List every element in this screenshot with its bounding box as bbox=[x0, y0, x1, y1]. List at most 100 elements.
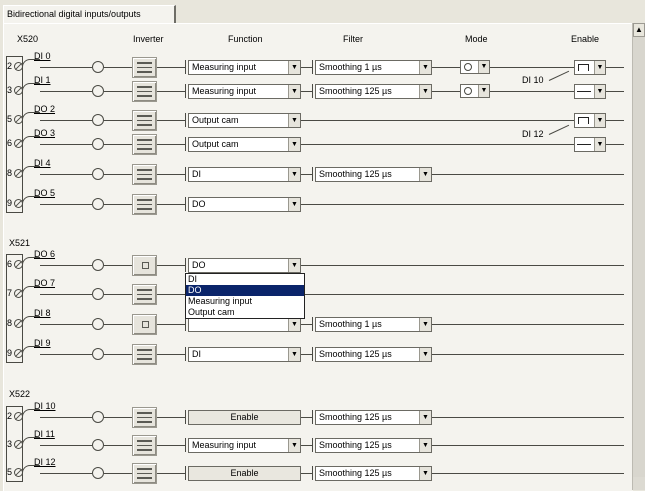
chevron-down-icon[interactable]: ▼ bbox=[419, 85, 431, 98]
inverter-toggle-icon[interactable] bbox=[132, 344, 157, 365]
connection-node-icon bbox=[92, 61, 104, 73]
chevron-down-icon[interactable]: ▼ bbox=[288, 61, 300, 74]
chevron-down-icon[interactable]: ▼ bbox=[478, 85, 489, 97]
header-inverter: Inverter bbox=[133, 34, 164, 44]
scroll-thumb[interactable] bbox=[633, 37, 645, 477]
connector-line bbox=[606, 67, 624, 68]
connector-line bbox=[606, 91, 624, 92]
inverter-toggle-icon[interactable] bbox=[132, 194, 157, 215]
chevron-down-icon[interactable]: ▼ bbox=[419, 439, 431, 452]
connector-line bbox=[104, 445, 132, 446]
filter-select[interactable]: Smoothing 1 µs ▼ bbox=[315, 317, 432, 332]
chevron-down-icon[interactable]: ▼ bbox=[594, 138, 605, 151]
inverter-toggle-icon[interactable] bbox=[132, 284, 157, 305]
function-select[interactable]: ▼ bbox=[188, 317, 301, 332]
chevron-down-icon[interactable]: ▼ bbox=[419, 348, 431, 361]
clock-icon bbox=[464, 63, 472, 71]
edge-mode-icon[interactable]: ▼ bbox=[460, 60, 490, 74]
function-select[interactable]: Output cam ▼ bbox=[188, 113, 301, 128]
chevron-down-icon[interactable]: ▼ bbox=[419, 411, 431, 424]
connector-tick bbox=[185, 60, 186, 74]
function-enable-field: Enable bbox=[188, 466, 301, 481]
chevron-down-icon[interactable]: ▼ bbox=[594, 114, 605, 127]
inverter-toggle-icon[interactable] bbox=[132, 435, 157, 456]
pulse-enable-icon[interactable]: ▼ bbox=[574, 60, 606, 75]
dropdown-option[interactable]: DI bbox=[186, 274, 304, 285]
dropdown-option[interactable]: DO bbox=[186, 285, 304, 296]
inverter-toggle-icon[interactable] bbox=[132, 463, 157, 484]
chevron-down-icon[interactable]: ▼ bbox=[288, 259, 300, 272]
function-select[interactable]: Output cam ▼ bbox=[188, 137, 301, 152]
chevron-down-icon[interactable]: ▼ bbox=[288, 85, 300, 98]
function-select[interactable]: DI ▼ bbox=[188, 347, 301, 362]
function-select[interactable]: DI ▼ bbox=[188, 167, 301, 182]
inverter-toggle-icon[interactable] bbox=[132, 164, 157, 185]
filter-select[interactable]: Smoothing 125 µs ▼ bbox=[315, 84, 432, 99]
inverter-toggle-icon[interactable] bbox=[132, 314, 157, 335]
chevron-down-icon[interactable]: ▼ bbox=[594, 61, 605, 74]
chevron-down-icon[interactable]: ▼ bbox=[419, 168, 431, 181]
connector-line bbox=[301, 67, 312, 68]
function-select[interactable]: Measuring input ▼ bbox=[188, 438, 301, 453]
flat-enable-icon[interactable]: ▼ bbox=[574, 84, 606, 99]
connector-tick bbox=[312, 317, 313, 331]
pulse-enable-icon[interactable]: ▼ bbox=[574, 113, 606, 128]
vertical-scrollbar[interactable]: ▲ bbox=[632, 23, 645, 490]
chevron-down-icon[interactable]: ▼ bbox=[288, 439, 300, 452]
function-select[interactable]: Measuring input ▼ bbox=[188, 60, 301, 75]
connection-node-icon bbox=[92, 348, 104, 360]
filter-select[interactable]: Smoothing 125 µs ▼ bbox=[315, 438, 432, 453]
inverter-toggle-icon[interactable] bbox=[132, 110, 157, 131]
inverter-toggle-icon[interactable] bbox=[132, 57, 157, 78]
connector-line bbox=[40, 445, 92, 446]
chevron-down-icon[interactable]: ▼ bbox=[288, 348, 300, 361]
function-value: Output cam bbox=[192, 115, 239, 125]
dropdown-option[interactable]: Output cam bbox=[186, 307, 304, 318]
connection-node-icon bbox=[92, 168, 104, 180]
scroll-up-icon[interactable]: ▲ bbox=[633, 23, 645, 37]
connector-tick bbox=[312, 347, 313, 361]
filter-value: Smoothing 125 µs bbox=[319, 86, 392, 96]
function-value: Output cam bbox=[192, 139, 239, 149]
filter-select[interactable]: Smoothing 1 µs ▼ bbox=[315, 60, 432, 75]
connector-line bbox=[432, 91, 460, 92]
filter-select[interactable]: Smoothing 125 µs ▼ bbox=[315, 347, 432, 362]
connector-tick bbox=[185, 113, 186, 127]
function-select[interactable]: Measuring input ▼ bbox=[188, 84, 301, 99]
filter-select[interactable]: Smoothing 125 µs ▼ bbox=[315, 410, 432, 425]
chevron-down-icon[interactable]: ▼ bbox=[288, 138, 300, 151]
connector-tick bbox=[185, 258, 186, 272]
flat-glyph-icon bbox=[577, 91, 591, 92]
filter-select[interactable]: Smoothing 125 µs ▼ bbox=[315, 466, 432, 481]
filter-select[interactable]: Smoothing 125 µs ▼ bbox=[315, 167, 432, 182]
connection-node-icon bbox=[92, 318, 104, 330]
chevron-down-icon[interactable]: ▼ bbox=[288, 114, 300, 127]
connector-line bbox=[104, 174, 132, 175]
dropdown-option[interactable]: Measuring input bbox=[186, 296, 304, 307]
connector-line bbox=[104, 473, 132, 474]
function-select[interactable]: DO ▼ bbox=[188, 258, 301, 273]
chevron-down-icon[interactable]: ▼ bbox=[594, 85, 605, 98]
chevron-down-icon[interactable]: ▼ bbox=[288, 198, 300, 211]
connector-line bbox=[301, 144, 574, 145]
edge-mode-icon[interactable]: ▼ bbox=[460, 84, 490, 98]
pulse-glyph-icon bbox=[578, 117, 589, 124]
chevron-down-icon[interactable]: ▼ bbox=[419, 318, 431, 331]
function-select[interactable]: DO ▼ bbox=[188, 197, 301, 212]
connector-line bbox=[606, 120, 624, 121]
chevron-down-icon[interactable]: ▼ bbox=[419, 467, 431, 480]
tab-bidirectional-io[interactable]: Bidirectional digital inputs/outputs bbox=[3, 5, 176, 23]
flat-enable-icon[interactable]: ▼ bbox=[574, 137, 606, 152]
connector-line bbox=[157, 120, 185, 121]
inverter-toggle-icon[interactable] bbox=[132, 407, 157, 428]
inverter-toggle-icon[interactable] bbox=[132, 134, 157, 155]
function-dropdown-list[interactable]: DI DO Measuring input Output cam bbox=[185, 273, 305, 319]
inverter-toggle-icon[interactable] bbox=[132, 81, 157, 102]
chevron-down-icon[interactable]: ▼ bbox=[419, 61, 431, 74]
chevron-down-icon[interactable]: ▼ bbox=[478, 61, 489, 73]
inverter-glyph-icon bbox=[137, 440, 152, 451]
chevron-down-icon[interactable]: ▼ bbox=[288, 168, 300, 181]
chevron-down-icon[interactable]: ▼ bbox=[288, 318, 300, 331]
inverter-toggle-icon[interactable] bbox=[132, 255, 157, 276]
connection-node-icon bbox=[92, 198, 104, 210]
